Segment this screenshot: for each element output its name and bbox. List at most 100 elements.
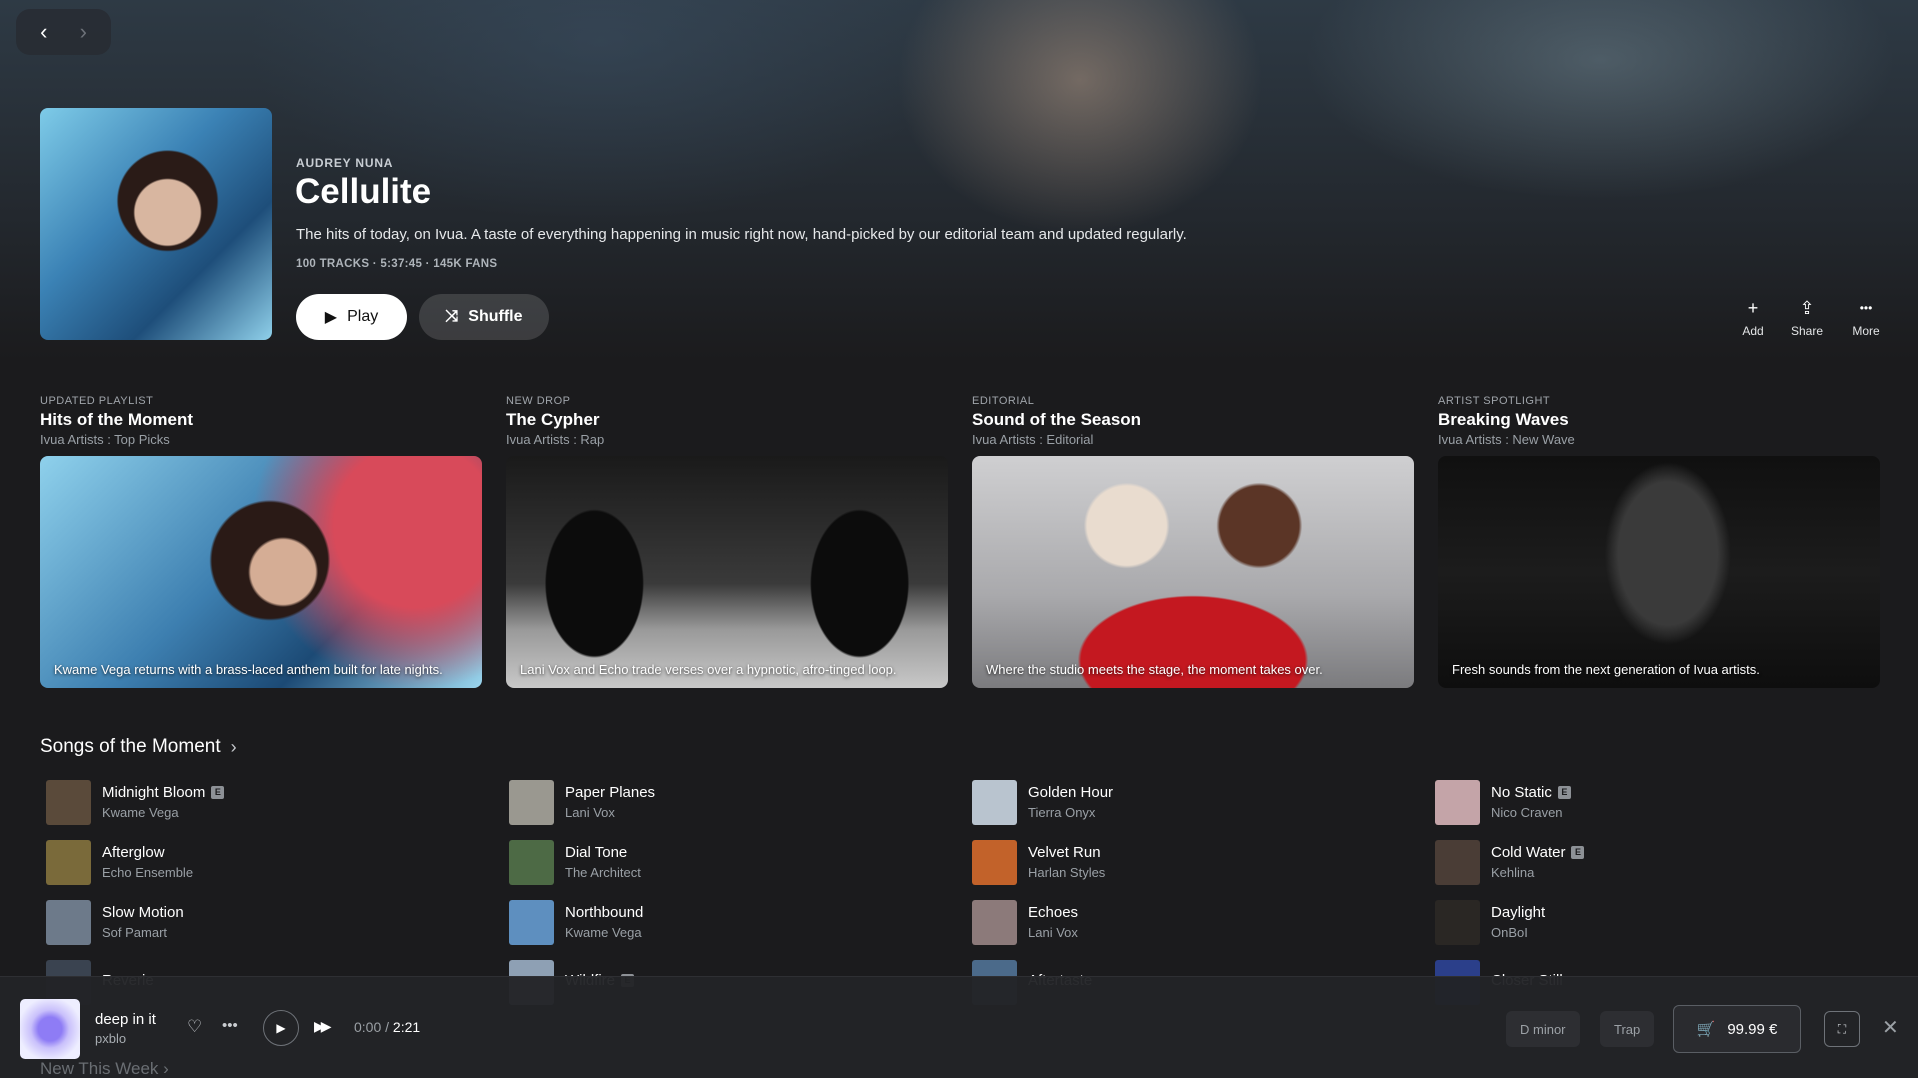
song-artist[interactable]: Tierra Onyx — [1028, 805, 1113, 820]
song-row[interactable]: Midnight Bloom E Kwame Vega — [46, 779, 225, 825]
card-caption: Lani Vox and Echo trade verses over a hy… — [520, 662, 897, 677]
shuffle-button-label: Shuffle — [468, 308, 523, 325]
new-this-week-label: New This Week — [40, 1059, 159, 1078]
play-button-label: Play — [347, 308, 379, 325]
song-title-line: Velvet Run — [1028, 844, 1105, 861]
song-text: Cold Water E Kehlina — [1491, 844, 1585, 880]
song-thumbnail — [509, 779, 554, 825]
card-caption: Kwame Vega returns with a brass-laced an… — [54, 662, 443, 677]
song-title[interactable]: Dial Tone — [565, 844, 627, 861]
add-button[interactable]: + Add — [1725, 298, 1781, 338]
now-playing-artist[interactable]: pxblo — [95, 1031, 126, 1046]
song-row[interactable]: Daylight OnBoI — [1435, 899, 1545, 945]
card-subtitle: Ivua Artists : New Wave — [1438, 432, 1575, 447]
card-image[interactable]: Lani Vox and Echo trade verses over a hy… — [506, 456, 948, 688]
close-icon[interactable]: ✕ — [1882, 1015, 1899, 1040]
song-thumbnail — [1435, 899, 1480, 945]
featured-card-cypher[interactable]: NEW DROP The Cypher Ivua Artists : Rap L… — [506, 395, 948, 688]
songs-section-title[interactable]: Songs of the Moment › — [40, 736, 237, 758]
shuffle-icon: ⤨ — [445, 308, 459, 325]
song-title[interactable]: Velvet Run — [1028, 844, 1101, 861]
song-artist[interactable]: OnBoI — [1491, 925, 1545, 940]
song-artist[interactable]: Echo Ensemble — [102, 865, 193, 880]
song-row[interactable]: Velvet Run Harlan Styles — [972, 839, 1105, 885]
player-play-button[interactable]: ▶ — [263, 1010, 299, 1046]
card-title[interactable]: Sound of the Season — [972, 410, 1414, 430]
song-text: Daylight OnBoI — [1491, 904, 1545, 940]
song-thumbnail — [972, 899, 1017, 945]
fast-forward-icon[interactable]: ▶▶ — [314, 1018, 331, 1035]
now-playing-artwork[interactable] — [20, 999, 80, 1059]
share-label: Share — [1790, 324, 1824, 338]
song-text: Echoes Lani Vox — [1028, 904, 1078, 940]
featured-card-hits[interactable]: UPDATED PLAYLIST Hits of the Moment Ivua… — [40, 395, 482, 688]
card-title[interactable]: Breaking Waves — [1438, 410, 1880, 430]
song-row[interactable]: Echoes Lani Vox — [972, 899, 1078, 945]
more-icon[interactable]: ••• — [222, 1017, 238, 1034]
featured-card-season[interactable]: EDITORIAL Sound of the Season Ivua Artis… — [972, 395, 1414, 688]
song-row[interactable]: Northbound Kwame Vega — [509, 899, 643, 945]
back-button[interactable]: ‹ — [29, 19, 59, 45]
card-image[interactable]: Where the studio meets the stage, the mo… — [972, 456, 1414, 688]
featured-card-waves[interactable]: ARTIST SPOTLIGHT Breaking Waves Ivua Art… — [1438, 395, 1880, 688]
song-title[interactable]: Paper Planes — [565, 784, 655, 801]
card-eyebrow: UPDATED PLAYLIST — [40, 395, 154, 407]
song-artist[interactable]: Sof Pamart — [102, 925, 184, 940]
song-thumbnail — [972, 779, 1017, 825]
song-artist[interactable]: The Architect — [565, 865, 641, 880]
song-text: Northbound Kwame Vega — [565, 904, 643, 940]
song-text: Afterglow Echo Ensemble — [102, 844, 193, 880]
history-nav: ‹ › — [16, 9, 111, 55]
card-image[interactable]: Kwame Vega returns with a brass-laced an… — [40, 456, 482, 688]
song-row[interactable]: Paper Planes Lani Vox — [509, 779, 655, 825]
cart-icon: 🛒 — [1696, 1021, 1716, 1038]
time-total: 2:21 — [392, 1019, 421, 1035]
album-title: Cellulite — [295, 172, 432, 211]
song-row[interactable]: Cold Water E Kehlina — [1435, 839, 1585, 885]
artist-name[interactable]: AUDREY NUNA — [296, 156, 393, 170]
expand-icon[interactable]: ⛶ — [1824, 1011, 1860, 1047]
song-title[interactable]: Northbound — [565, 904, 643, 921]
song-title-line: Paper Planes — [565, 784, 655, 801]
card-title[interactable]: The Cypher — [506, 410, 948, 430]
forward-button[interactable]: › — [68, 19, 98, 45]
more-button[interactable]: ••• More — [1838, 298, 1894, 338]
song-title[interactable]: Golden Hour — [1028, 784, 1113, 801]
song-title-line: No Static E — [1491, 784, 1571, 801]
song-row[interactable]: No Static E Nico Craven — [1435, 779, 1571, 825]
genre-chip[interactable]: Trap — [1600, 1011, 1655, 1047]
song-artist[interactable]: Lani Vox — [1028, 925, 1078, 940]
song-row[interactable]: Golden Hour Tierra Onyx — [972, 779, 1113, 825]
shuffle-button[interactable]: ⤨ Shuffle — [419, 294, 549, 340]
song-title[interactable]: Midnight Bloom — [102, 784, 205, 801]
share-button[interactable]: ⇪ Share — [1779, 298, 1835, 338]
buy-button[interactable]: 🛒 99.99 € — [1673, 1005, 1801, 1053]
song-row[interactable]: Dial Tone The Architect — [509, 839, 641, 885]
album-meta: 100 TRACKS · 5:37:45 · 145K FANS — [296, 258, 498, 270]
song-title[interactable]: Echoes — [1028, 904, 1078, 921]
song-title[interactable]: No Static — [1491, 784, 1552, 801]
song-row[interactable]: Slow Motion Sof Pamart — [46, 899, 184, 945]
key-chip[interactable]: D minor — [1506, 1011, 1580, 1047]
song-artist[interactable]: Nico Craven — [1491, 805, 1571, 820]
card-title[interactable]: Hits of the Moment — [40, 410, 482, 430]
song-artist[interactable]: Lani Vox — [565, 805, 655, 820]
heart-icon[interactable]: ♡ — [187, 1017, 202, 1037]
now-playing-title[interactable]: deep in it — [95, 1011, 156, 1028]
song-title[interactable]: Daylight — [1491, 904, 1545, 921]
song-title[interactable]: Slow Motion — [102, 904, 184, 921]
play-button[interactable]: ▶ Play — [296, 294, 407, 340]
new-this-week-title[interactable]: New This Week › — [40, 1059, 169, 1078]
song-artist[interactable]: Kwame Vega — [565, 925, 643, 940]
song-title[interactable]: Afterglow — [102, 844, 165, 861]
song-artist[interactable]: Harlan Styles — [1028, 865, 1105, 880]
song-row[interactable]: Afterglow Echo Ensemble — [46, 839, 193, 885]
song-artist[interactable]: Kehlina — [1491, 865, 1584, 880]
more-icon: ••• — [1859, 301, 1873, 315]
song-artist[interactable]: Kwame Vega — [102, 805, 224, 820]
song-title-line: Golden Hour — [1028, 784, 1113, 801]
song-text: Velvet Run Harlan Styles — [1028, 844, 1105, 880]
card-image[interactable]: Fresh sounds from the next generation of… — [1438, 456, 1880, 688]
song-title[interactable]: Cold Water — [1491, 844, 1565, 861]
card-caption: Fresh sounds from the next generation of… — [1452, 662, 1760, 677]
